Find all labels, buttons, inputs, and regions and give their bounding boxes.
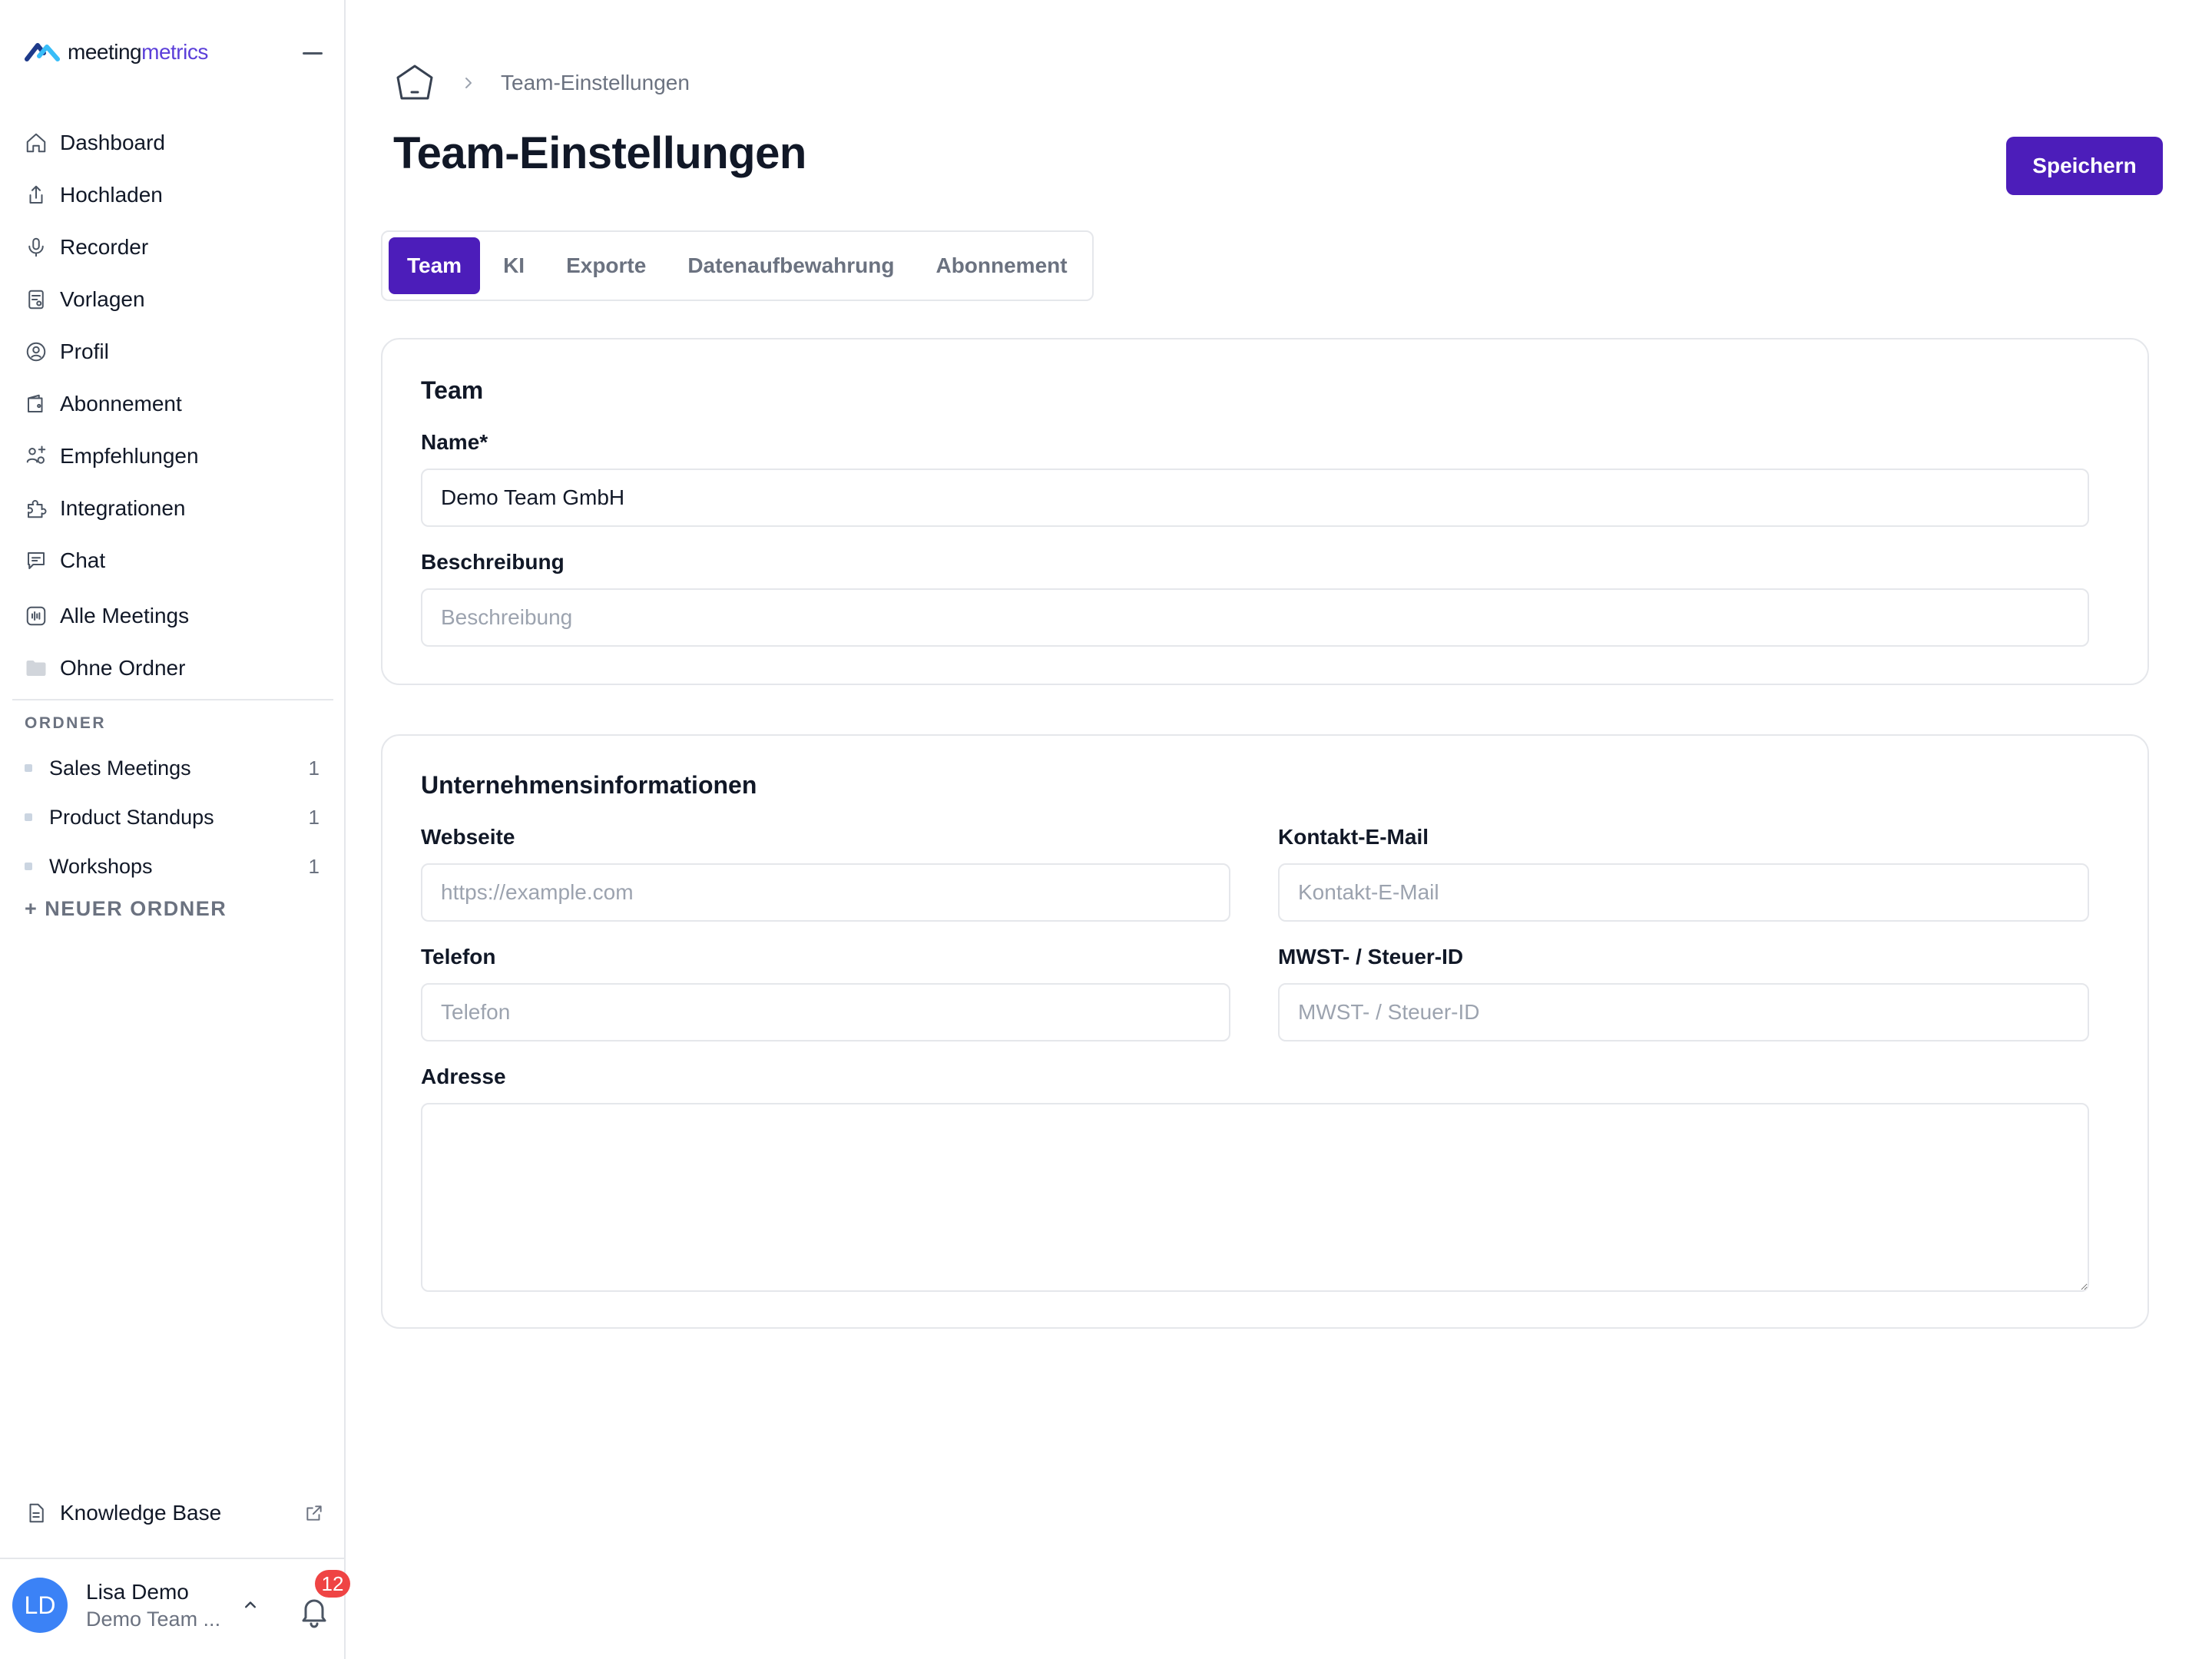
- folder-count: 1: [308, 756, 320, 780]
- wallet-icon: [28, 394, 43, 412]
- avatar: LD: [12, 1578, 68, 1633]
- chevron-right-icon: [465, 78, 472, 88]
- sidebar-divider: [12, 699, 333, 700]
- sidebar-item-subscription[interactable]: Abonnement: [12, 378, 335, 430]
- breadcrumb-current: Team-Einstellungen: [501, 71, 690, 94]
- home-icon[interactable]: [393, 61, 436, 104]
- tab-subscription[interactable]: Abonnement: [917, 237, 1085, 294]
- folders-section-title: ORDNER: [25, 714, 107, 732]
- folder-icon: [26, 661, 46, 676]
- tab-exports[interactable]: Exporte: [548, 237, 664, 294]
- folder-item-product-standups[interactable]: Product Standups 1: [25, 793, 326, 842]
- user-team: Demo Team ...: [86, 1607, 221, 1631]
- folder-name: Product Standups: [49, 805, 214, 829]
- contact-email-label: Kontakt-E-Mail: [1278, 825, 1429, 849]
- folder-item-sales-meetings[interactable]: Sales Meetings 1: [25, 743, 326, 793]
- sidebar-item-templates[interactable]: Vorlagen: [12, 273, 335, 326]
- description-input[interactable]: [421, 588, 2089, 647]
- sidebar-nav: Dashboard Hochladen Recorder Vorlagen Pr…: [12, 117, 335, 694]
- audio-wave-icon: [26, 606, 46, 626]
- sidebar-item-chat[interactable]: Chat: [12, 535, 335, 587]
- sidebar-item-no-folder[interactable]: Ohne Ordner: [12, 642, 335, 694]
- settings-tabs: Team KI Exporte Datenaufbewahrung Abonne…: [381, 230, 1094, 301]
- address-textarea[interactable]: [421, 1103, 2089, 1292]
- knowledge-base-link[interactable]: Knowledge Base: [25, 1490, 324, 1536]
- sidebar-item-integrations[interactable]: Integrationen: [12, 482, 335, 535]
- folder-count: 1: [308, 854, 320, 878]
- sidebar-item-label: Abonnement: [60, 392, 182, 416]
- sidebar-item-label: Alle Meetings: [60, 604, 190, 628]
- address-label: Adresse: [421, 1065, 506, 1088]
- sidebar-item-recorder[interactable]: Recorder: [12, 221, 335, 273]
- team-card: Team Name* Beschreibung: [381, 338, 2149, 685]
- team-name-input[interactable]: [421, 469, 2089, 527]
- notification-badge: 12: [315, 1570, 350, 1598]
- tab-ki[interactable]: KI: [485, 237, 543, 294]
- referral-icon: [26, 445, 46, 464]
- minus-icon: [303, 51, 323, 55]
- chat-icon: [28, 552, 45, 569]
- sidebar-item-label: Integrationen: [60, 496, 186, 520]
- user-name: Lisa Demo: [86, 1579, 189, 1604]
- collapse-sidebar-button[interactable]: [301, 45, 324, 61]
- sidebar-item-label: Vorlagen: [60, 287, 145, 311]
- folder-dot: [25, 813, 32, 821]
- external-link-icon: [306, 1505, 322, 1521]
- profile-icon: [26, 342, 46, 362]
- tab-data-retention[interactable]: Datenaufbewahrung: [669, 237, 912, 294]
- folder-dot: [25, 863, 32, 870]
- logo-text: meetingmetrics: [68, 40, 208, 64]
- folder-dot: [25, 764, 32, 772]
- company-info-card: Unternehmensinformationen Webseite Konta…: [381, 734, 2149, 1329]
- vat-id-label: MWST- / Steuer-ID: [1278, 945, 1464, 969]
- folder-count: 1: [308, 805, 320, 829]
- contact-email-input[interactable]: [1278, 863, 2089, 922]
- sidebar-item-label: Dashboard: [60, 131, 165, 154]
- name-label: Name*: [421, 430, 488, 454]
- page-title: Team-Einstellungen: [393, 128, 806, 178]
- document-icon: [29, 1503, 44, 1523]
- description-label: Beschreibung: [421, 550, 565, 574]
- folder-name: Workshops: [49, 854, 153, 878]
- knowledge-base-label: Knowledge Base: [60, 1501, 222, 1525]
- save-button[interactable]: Speichern: [2006, 137, 2163, 195]
- user-info: Lisa Demo Demo Team ...: [86, 1580, 232, 1631]
- upload-icon: [29, 185, 43, 204]
- website-input[interactable]: [421, 863, 1230, 922]
- website-label: Webseite: [421, 825, 515, 849]
- sidebar-item-all-meetings[interactable]: Alle Meetings: [12, 590, 335, 642]
- logo-icon: [25, 43, 60, 61]
- phone-input[interactable]: [421, 983, 1230, 1041]
- sidebar-item-label: Hochladen: [60, 183, 163, 207]
- template-icon: [28, 290, 44, 310]
- sidebar-item-label: Ohne Ordner: [60, 656, 186, 680]
- sidebar-item-referrals[interactable]: Empfehlungen: [12, 430, 335, 482]
- folder-item-workshops[interactable]: Workshops 1: [25, 842, 326, 891]
- app-logo[interactable]: meetingmetrics: [25, 40, 208, 65]
- sidebar-item-label: Recorder: [60, 235, 149, 259]
- user-menu[interactable]: LD Lisa Demo Demo Team ... 12: [12, 1570, 350, 1634]
- sidebar: meetingmetrics Dashboard Hochladen Recor…: [0, 0, 350, 1659]
- sidebar-item-label: Chat: [60, 548, 106, 572]
- sidebar-item-dashboard[interactable]: Dashboard: [12, 117, 335, 169]
- puzzle-icon: [28, 500, 47, 518]
- sidebar-item-label: Empfehlungen: [60, 444, 199, 468]
- folder-name: Sales Meetings: [49, 756, 191, 780]
- company-card-title: Unternehmensinformationen: [421, 771, 757, 799]
- tab-team[interactable]: Team: [389, 237, 481, 294]
- folder-list: Sales Meetings 1 Product Standups 1 Work…: [25, 743, 326, 891]
- chevron-up-icon[interactable]: [240, 1594, 261, 1616]
- breadcrumb: Team-Einstellungen: [393, 61, 690, 104]
- vat-id-input[interactable]: [1278, 983, 2089, 1041]
- phone-label: Telefon: [421, 945, 496, 969]
- sidebar-item-label: Profil: [60, 339, 109, 363]
- sidebar-item-upload[interactable]: Hochladen: [12, 169, 335, 221]
- microphone-icon: [28, 237, 44, 257]
- user-divider: [0, 1558, 346, 1559]
- new-folder-button[interactable]: + NEUER ORDNER: [25, 897, 227, 921]
- team-card-title: Team: [421, 376, 484, 404]
- home-icon: [26, 133, 46, 153]
- sidebar-item-profile[interactable]: Profil: [12, 326, 335, 378]
